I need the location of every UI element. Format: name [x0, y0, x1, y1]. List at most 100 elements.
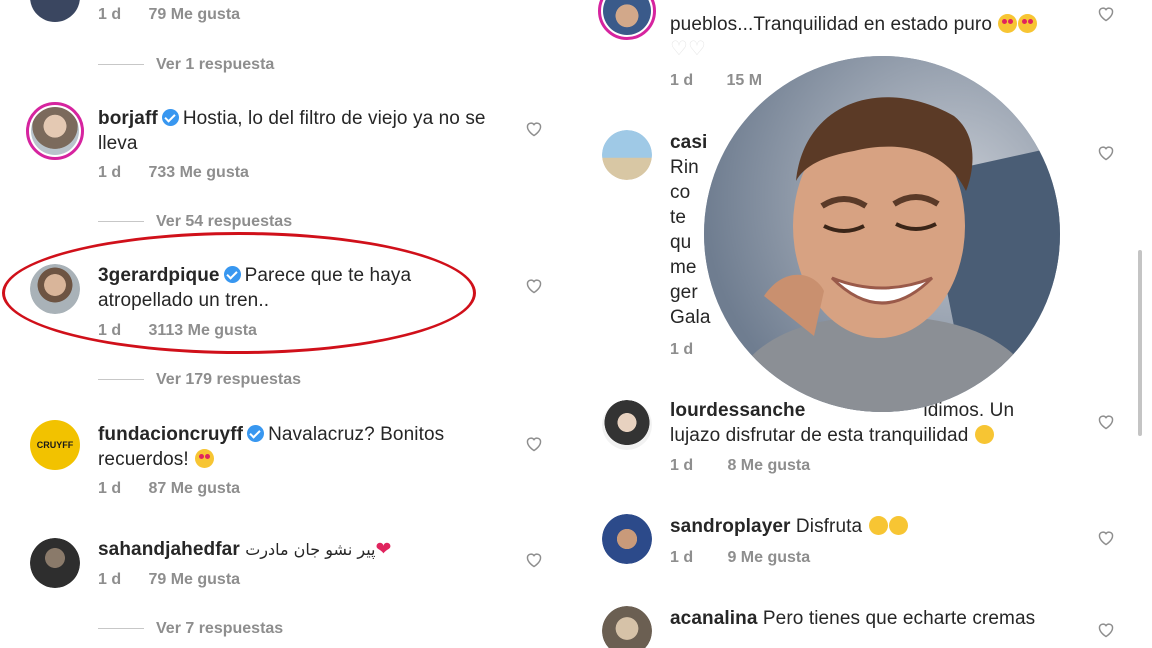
comment-time: 1 d	[98, 480, 122, 497]
comment-line: Rin	[670, 157, 699, 178]
comment-line: te	[670, 207, 687, 228]
comment-time: 1 d	[98, 571, 122, 588]
divider-line	[98, 379, 144, 381]
like-count[interactable]: 15 M	[726, 72, 762, 89]
comment-time: 1 d	[670, 549, 694, 566]
like-count[interactable]: 79 Me gusta	[148, 571, 240, 588]
view-replies-label: Ver 7 respuestas	[156, 620, 284, 637]
comment-meta: 1 d 87 Me gusta	[98, 480, 240, 498]
avatar[interactable]	[602, 130, 652, 180]
comment-meta: 1 d 79 Me gusta	[98, 571, 240, 589]
comment-line: ger	[670, 282, 698, 303]
divider-line	[98, 221, 144, 223]
comment-meta: 1 d 79 Me gusta	[98, 6, 240, 24]
avatar-image	[602, 400, 652, 450]
avatar[interactable]	[30, 538, 80, 588]
avatar-image	[602, 514, 652, 564]
comment-body: Pero tienes que echarte cremas	[762, 608, 1036, 629]
comment-body: lujazo disfrutar de esta tranquilidad	[670, 425, 969, 446]
comment-line: Gala	[670, 307, 711, 328]
comment-time: 1 d	[670, 457, 694, 474]
comments-panel-left: 1 d 79 Me gusta Ver 1 respuesta borjaff H…	[0, 0, 580, 648]
comment-body: پیر نشو جان مادرت	[245, 540, 376, 559]
red-highlight-circle	[2, 232, 476, 354]
like-count[interactable]: 79 Me gusta	[148, 6, 240, 23]
verified-badge-icon	[247, 425, 265, 442]
like-count[interactable]: 87 Me gusta	[148, 480, 240, 497]
view-replies-link[interactable]: Ver 179 respuestas	[98, 371, 301, 389]
comment-username[interactable]: acanalina	[670, 608, 758, 629]
white-heart-emoji-icon: ♡♡	[670, 38, 707, 60]
view-replies-label: Ver 179 respuestas	[156, 371, 301, 388]
cruyff-logo-icon: CRUYFF	[36, 440, 74, 450]
comment-meta: 1 d 15 M	[670, 72, 762, 90]
avatar[interactable]	[26, 102, 84, 160]
comment-username[interactable]: borjaff	[98, 108, 158, 129]
verified-badge-icon	[161, 109, 179, 126]
avatar-image	[30, 538, 80, 588]
comment-meta: 1 d 8 Me gusta	[670, 457, 810, 475]
comment-text: fundacioncruyff Navalacruz? Bonitos recue…	[98, 422, 498, 472]
comment-line: co	[670, 182, 691, 203]
like-heart-icon[interactable]	[525, 121, 543, 137]
avatar[interactable]	[30, 0, 80, 22]
like-heart-icon[interactable]	[1097, 530, 1115, 546]
divider-line	[98, 628, 144, 630]
like-heart-icon[interactable]	[1097, 6, 1115, 22]
comment-time: 1 d	[670, 72, 694, 89]
comment-text: acanalina Pero tienes que echarte cremas	[670, 606, 1090, 631]
avatar[interactable]	[602, 514, 652, 564]
avatar[interactable]	[598, 0, 656, 40]
like-heart-icon[interactable]	[1097, 622, 1115, 638]
heart-eyes-emoji-icon	[1018, 14, 1038, 33]
heart-eyes-emoji-icon	[195, 449, 215, 468]
view-replies-link[interactable]: Ver 54 respuestas	[98, 213, 292, 231]
heart-eyes-emoji-icon	[998, 14, 1018, 33]
view-replies-label: Ver 54 respuestas	[156, 213, 293, 230]
comment-username[interactable]: lourdessanche	[670, 400, 805, 421]
clapping-hands-emoji-icon	[868, 516, 888, 535]
avatar-image	[602, 606, 652, 648]
avatar-image	[603, 0, 651, 35]
comment-username[interactable]: sandroplayer	[670, 516, 791, 537]
view-replies-label: Ver 1 respuesta	[156, 56, 275, 73]
comment-meta: 1 d 9 Me gusta	[670, 549, 810, 567]
comment-time: 1 d	[98, 164, 122, 181]
view-replies-link[interactable]: Ver 7 respuestas	[98, 620, 283, 638]
like-heart-icon[interactable]	[525, 436, 543, 452]
like-heart-icon[interactable]	[525, 552, 543, 568]
like-count[interactable]: 9 Me gusta	[727, 549, 810, 566]
comment-text: sandroplayer Disfruta	[670, 514, 1090, 539]
comment-username[interactable]: fundacioncruyff	[98, 424, 243, 445]
comment-text: pueblos...Tranquilidad en estado puro ♡♡	[670, 12, 1090, 62]
profile-photo-overlay	[704, 56, 1060, 412]
clapping-hands-emoji-icon	[888, 516, 908, 535]
smiling-man-photo	[704, 56, 1060, 412]
like-count[interactable]: 733 Me gusta	[148, 164, 248, 181]
comment-text: sahandjahedfar پیر نشو جان مادرت❤	[98, 537, 498, 562]
comment-meta: 1 d	[670, 341, 716, 359]
comment-time: 1 d	[98, 6, 122, 23]
comment-username[interactable]: casi	[670, 132, 707, 153]
divider-line	[98, 64, 144, 66]
comment-text: borjaff Hostia, lo del filtro de viejo ya…	[98, 106, 508, 156]
comment-line: me	[670, 257, 697, 278]
avatar[interactable]	[602, 400, 652, 450]
avatar-image	[602, 130, 652, 180]
comment-username[interactable]: sahandjahedfar	[98, 539, 240, 560]
view-replies-link[interactable]: Ver 1 respuesta	[98, 56, 274, 74]
smiling-hearts-emoji-icon	[974, 425, 994, 444]
avatar[interactable]	[602, 606, 652, 648]
like-heart-icon[interactable]	[525, 278, 543, 294]
comment-line: qu	[670, 232, 692, 253]
like-count[interactable]: 8 Me gusta	[727, 457, 810, 474]
comment-time: 1 d	[670, 341, 694, 358]
avatar[interactable]: CRUYFF	[30, 420, 80, 470]
like-heart-icon[interactable]	[1097, 414, 1115, 430]
scrollbar[interactable]	[1138, 250, 1142, 436]
red-heart-emoji-icon: ❤	[375, 539, 392, 560]
avatar-image	[31, 107, 79, 155]
like-heart-icon[interactable]	[1097, 145, 1115, 161]
comment-body: pueblos...Tranquilidad en estado puro	[670, 14, 992, 35]
comment-body: Disfruta	[795, 516, 863, 537]
